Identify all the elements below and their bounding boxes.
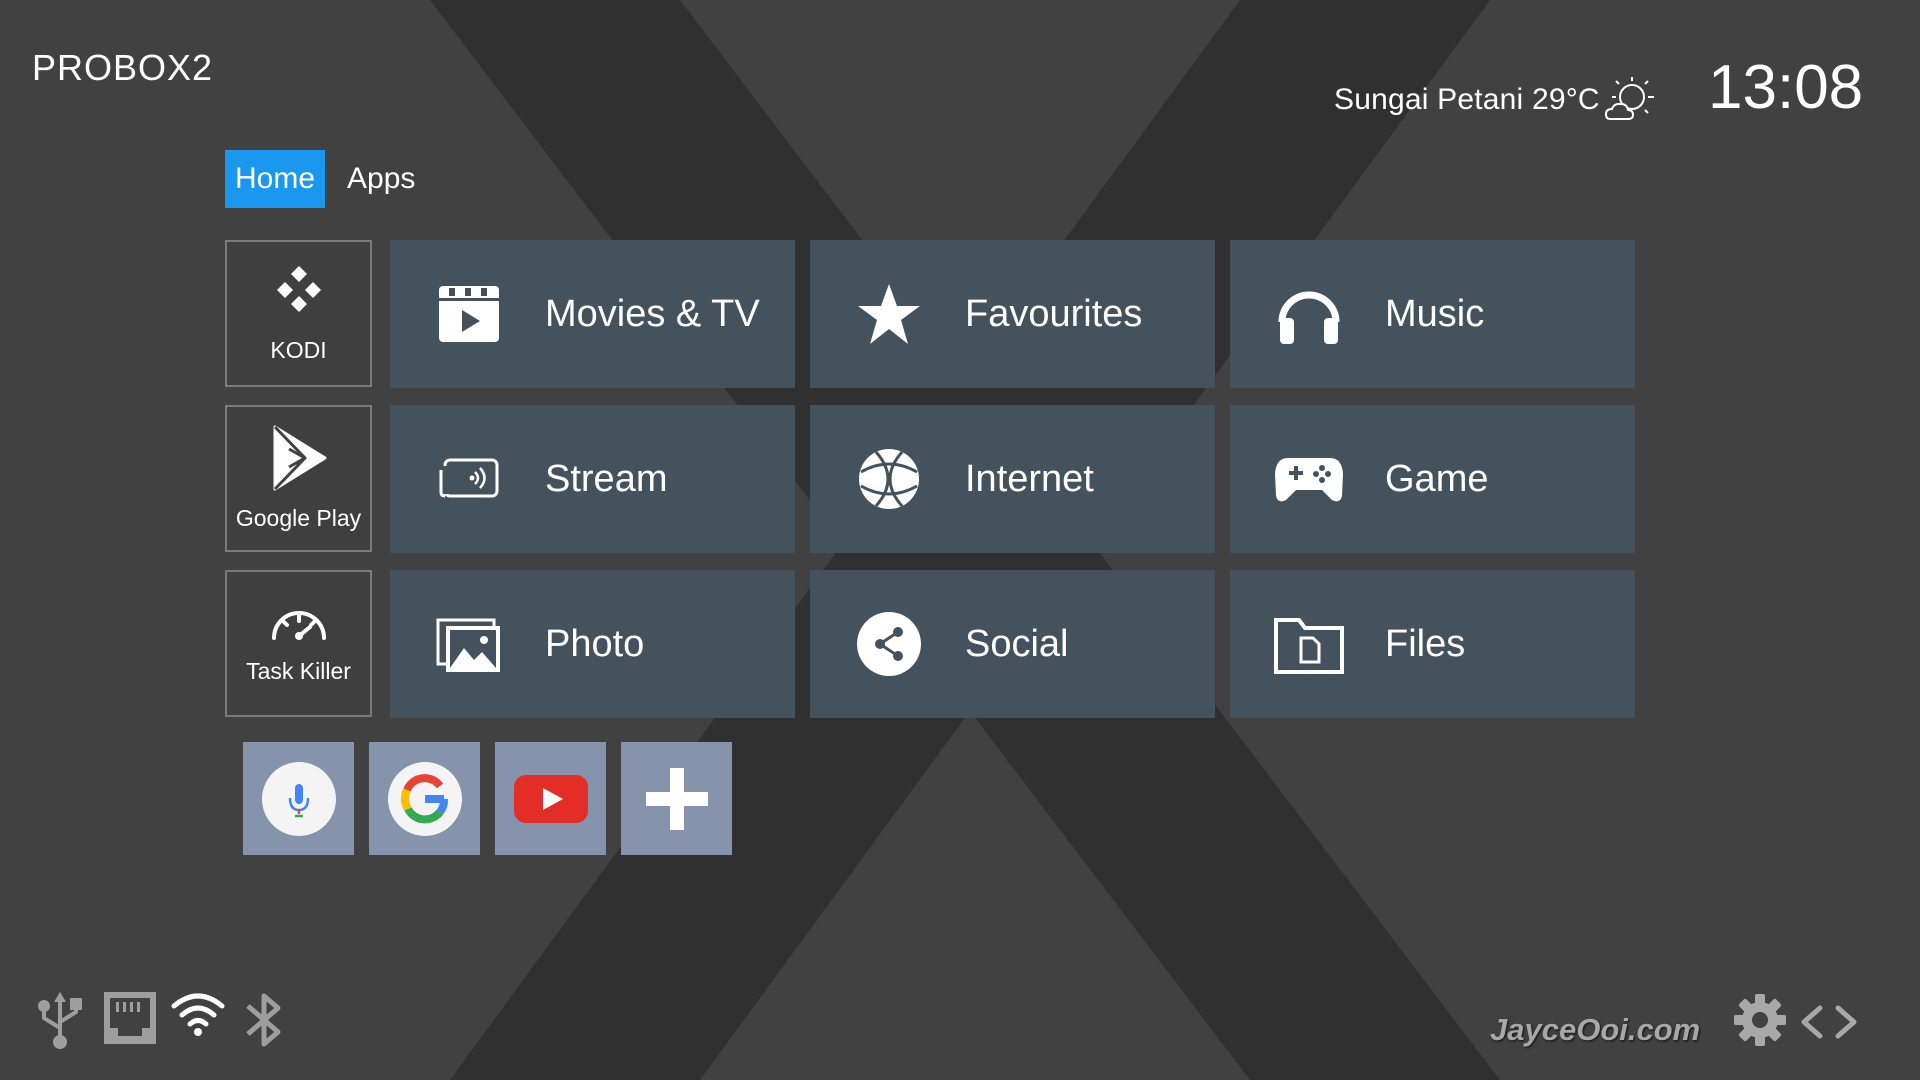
shortcut-google[interactable] [369, 742, 480, 855]
photos-icon [432, 607, 506, 681]
code-arrows-icon[interactable] [1800, 1004, 1858, 1040]
category-label: Stream [545, 457, 668, 500]
speedometer-icon [271, 611, 326, 640]
category-game[interactable]: Game [1230, 405, 1635, 553]
watermark-text: JayceOoi.com [1490, 1012, 1701, 1047]
logo-text: PROBOX2 [32, 48, 213, 88]
category-label: Music [1385, 292, 1485, 335]
app-tile-kodi[interactable]: KODI [225, 240, 372, 387]
app-tile-google-play[interactable]: Google Play [225, 405, 372, 552]
kodi-icon [276, 266, 321, 312]
play-store-icon [273, 425, 326, 491]
wifi-icon [171, 993, 225, 1036]
cast-screen-icon [432, 442, 506, 516]
category-internet[interactable]: Internet [810, 405, 1215, 553]
category-label: Game [1385, 457, 1489, 500]
category-files[interactable]: Files [1230, 570, 1635, 718]
category-favourites[interactable]: Favourites [810, 240, 1215, 388]
partly-cloudy-sun-icon [1604, 77, 1654, 120]
clapperboard-icon [432, 277, 506, 351]
gamepad-icon [1272, 442, 1346, 516]
ethernet-icon [104, 992, 156, 1044]
bluetooth-icon [246, 993, 281, 1047]
shortcut-voice-search[interactable] [243, 742, 354, 855]
app-label: Google Play [235, 505, 362, 531]
category-social[interactable]: Social [810, 570, 1215, 718]
category-music[interactable]: Music [1230, 240, 1635, 388]
category-label: Internet [965, 457, 1094, 500]
category-photo[interactable]: Photo [390, 570, 795, 718]
google-g-icon [387, 761, 462, 836]
category-label: Photo [545, 622, 645, 665]
youtube-icon [513, 774, 588, 823]
brand-logo: PROBOX2 [32, 47, 262, 88]
app-label: KODI [270, 337, 327, 363]
share-icon [852, 607, 926, 681]
category-stream[interactable]: Stream [390, 405, 795, 553]
globe-icon [852, 442, 926, 516]
gear-icon[interactable] [1732, 992, 1788, 1048]
shortcut-add[interactable] [621, 742, 732, 855]
folder-file-icon [1272, 607, 1346, 681]
tab-apps[interactable]: Apps [337, 150, 425, 208]
star-icon [852, 277, 926, 351]
app-label: Task Killer [246, 658, 351, 684]
weather-widget[interactable]: Sungai Petani 29°C [1334, 70, 1658, 130]
category-label: Files [1385, 622, 1466, 665]
probox2-logo-icon: PROBOX2 [32, 47, 213, 88]
headphones-icon [1272, 277, 1346, 351]
category-movies-tv[interactable]: Movies & TV [390, 240, 795, 388]
nav-tabs: Home Apps [225, 150, 425, 208]
category-label: Social [965, 622, 1069, 665]
clock: 13:08 [1708, 53, 1864, 122]
voice-search-mic-icon [261, 761, 336, 836]
weather-location-temp: Sungai Petani 29°C [1334, 83, 1600, 116]
category-label: Favourites [965, 292, 1143, 335]
tab-home[interactable]: Home [225, 150, 326, 208]
category-label: Movies & TV [545, 292, 760, 335]
app-tile-task-killer[interactable]: Task Killer [225, 570, 372, 717]
add-icon [645, 767, 708, 830]
shortcut-youtube[interactable] [495, 742, 606, 855]
usb-icon [38, 992, 82, 1049]
